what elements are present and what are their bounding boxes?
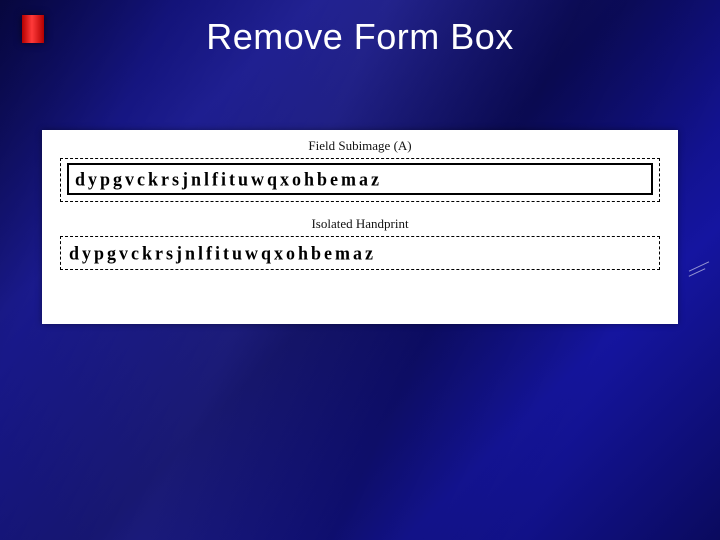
decorative-scratch-icon <box>686 256 712 282</box>
isolated-handprint-dashed-frame: dypgvckrsjnlfituwqxohbemaz <box>60 236 660 270</box>
slide-title: Remove Form Box <box>0 16 720 58</box>
form-box: dypgvckrsjnlfituwqxohbemaz <box>67 163 653 195</box>
figure-panel: Field Subimage (A) dypgvckrsjnlfituwqxoh… <box>42 130 678 324</box>
caption-isolated-handprint: Isolated Handprint <box>56 216 664 232</box>
handprint-text-a: dypgvckrsjnlfituwqxohbemaz <box>75 168 382 190</box>
handprint-text-b: dypgvckrsjnlfituwqxohbemaz <box>69 242 376 264</box>
field-subimage-dashed-frame: dypgvckrsjnlfituwqxohbemaz <box>60 158 660 202</box>
caption-field-subimage: Field Subimage (A) <box>56 138 664 154</box>
